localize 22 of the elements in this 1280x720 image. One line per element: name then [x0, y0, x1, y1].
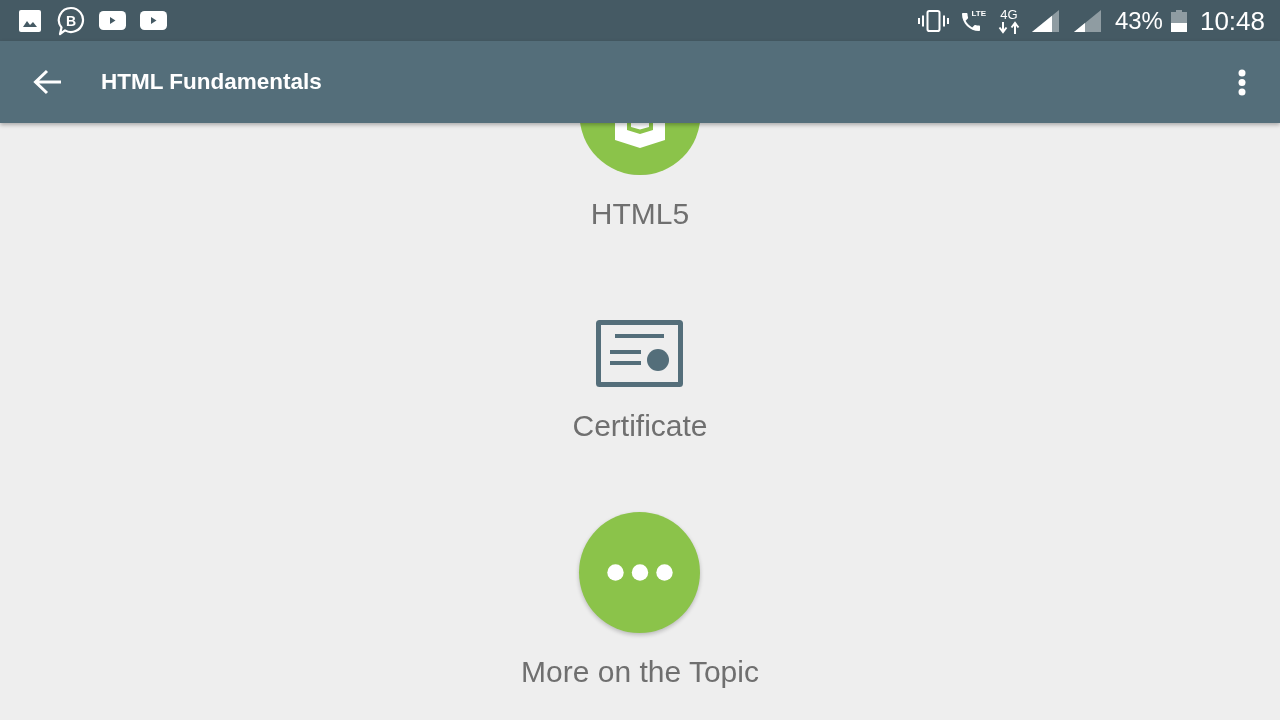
- certificate-icon: [596, 320, 684, 387]
- shield-icon: [615, 123, 665, 148]
- back-button[interactable]: [33, 69, 62, 95]
- battery-percent: 43%: [1114, 8, 1163, 33]
- signal-strength-icon: [1073, 9, 1101, 32]
- topic-label: More on the Topic: [521, 654, 759, 690]
- topic-label: Certificate: [572, 408, 708, 444]
- topic-label: HTML5: [590, 196, 690, 232]
- battery-icon: [1170, 9, 1187, 32]
- image-icon: [19, 9, 41, 32]
- app-bar-title: HTML Fundamentals: [101, 69, 323, 95]
- vibrate-icon: [917, 9, 949, 32]
- back-arrow-icon: [33, 69, 62, 95]
- more-dots-icon: [607, 564, 673, 581]
- signal-strength-icon: [1031, 9, 1059, 32]
- chat-bubble-icon: B: [57, 5, 85, 36]
- clock-time: 10:48: [1199, 7, 1265, 34]
- certificate-button[interactable]: [596, 320, 684, 387]
- video-play-icon: [99, 11, 126, 30]
- more-options-icon: [1238, 68, 1246, 96]
- video-play-icon: [140, 11, 167, 30]
- more-options-button[interactable]: [1238, 68, 1246, 96]
